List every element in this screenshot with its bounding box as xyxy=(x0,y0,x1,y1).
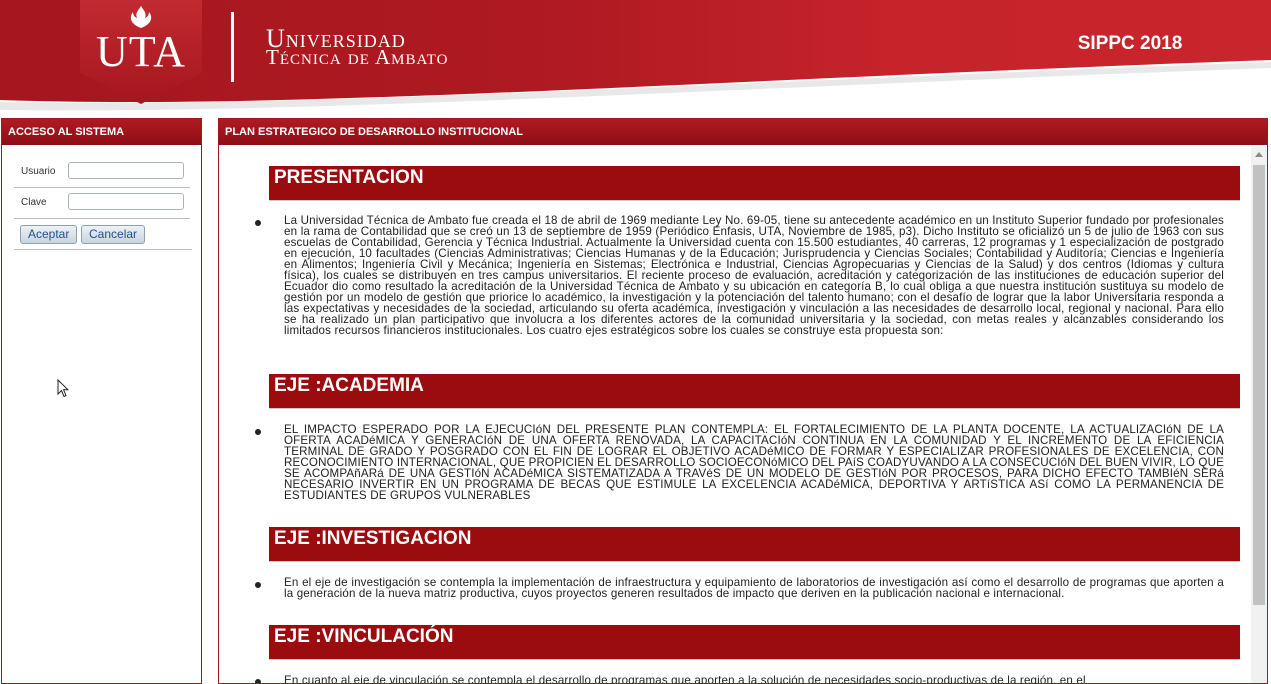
scrollbar-thumb[interactable] xyxy=(1253,165,1265,605)
section-paragraph: La Universidad Técnica de Ambato fue cre… xyxy=(284,214,1224,337)
user-row: Usuario xyxy=(14,157,190,188)
accept-button[interactable]: Aceptar xyxy=(20,225,78,244)
university-name-line2: Técnica de Ambato xyxy=(266,45,449,69)
section-paragraph: EL IMPACTO ESPERADO POR LA EJECUCIóN DEL… xyxy=(284,423,1224,502)
password-row: Clave xyxy=(14,188,190,219)
login-panel: ACCESO AL SISTEMA Usuario Clave Aceptar … xyxy=(1,118,202,684)
content-panel: PLAN ESTRATEGICO DE DESARROLLO INSTITUCI… xyxy=(218,118,1268,684)
login-panel-title: ACCESO AL SISTEMA xyxy=(2,119,201,145)
site-header: UTA Universidad Técnica de Ambato SIPPC … xyxy=(0,0,1271,116)
content-scroll-area[interactable]: PRESENTACION La Universidad Técnica de A… xyxy=(219,145,1251,683)
scroll-up-arrow-icon[interactable] xyxy=(1255,152,1263,157)
section-heading: PRESENTACION xyxy=(269,166,1240,201)
section-heading: EJE :VINCULACIÓN xyxy=(269,625,1240,660)
section-heading: EJE :INVESTIGACION xyxy=(269,527,1240,562)
password-label: Clave xyxy=(21,197,47,208)
vertical-scrollbar[interactable] xyxy=(1251,147,1267,683)
section-heading: EJE :ACADEMIA xyxy=(269,374,1240,409)
user-label: Usuario xyxy=(21,166,56,177)
section-paragraph: En el eje de investigación se contempla … xyxy=(284,576,1224,600)
section-paragraph: En cuanto al eje de vinculación se conte… xyxy=(284,674,1086,683)
mouse-pointer-icon xyxy=(57,379,69,398)
cancel-button[interactable]: Cancelar xyxy=(81,225,146,244)
logo-divider xyxy=(231,12,234,82)
system-name: SIPPC 2018 xyxy=(1077,33,1183,54)
list-bullet xyxy=(255,220,261,226)
logo-text: UTA xyxy=(96,27,186,76)
list-bullet xyxy=(255,429,261,435)
content-panel-title: PLAN ESTRATEGICO DE DESARROLLO INSTITUCI… xyxy=(219,119,1267,145)
user-input[interactable] xyxy=(68,162,184,179)
list-bullet xyxy=(255,679,261,683)
login-buttons: Aceptar Cancelar xyxy=(14,219,192,250)
list-bullet xyxy=(255,582,261,588)
password-input[interactable] xyxy=(68,193,184,210)
